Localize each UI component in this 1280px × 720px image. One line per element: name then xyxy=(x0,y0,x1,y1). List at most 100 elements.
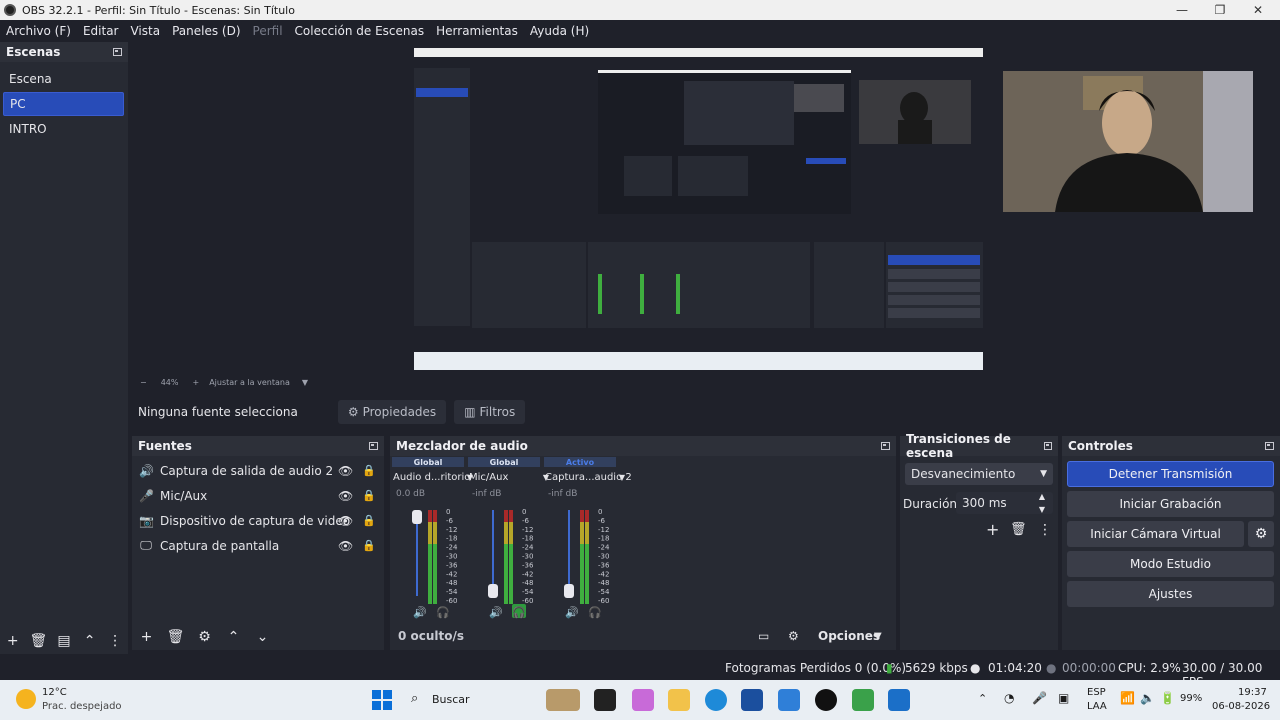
volume-slider-track[interactable] xyxy=(568,510,570,596)
remove-source-icon[interactable]: 🗑 xyxy=(161,629,190,645)
maximize-button[interactable]: ❐ xyxy=(1200,0,1240,20)
search-icon[interactable]: ⌕ xyxy=(411,691,418,706)
mixer-layout-icon[interactable]: ▭ xyxy=(758,629,769,643)
source-item[interactable]: 🎤 Mic/Aux 👁 🔒 xyxy=(132,483,384,508)
source-item[interactable]: 📷 Dispositivo de captura de video 👁 🔒 xyxy=(132,508,384,533)
lock-icon[interactable]: 🔒 xyxy=(362,539,376,552)
menu-view[interactable]: Vista xyxy=(124,24,166,38)
search-highlight-icon[interactable] xyxy=(546,689,580,711)
gear-icon[interactable]: ⚙ xyxy=(190,629,219,645)
stop-streaming-button[interactable]: Detener Transmisión xyxy=(1067,461,1274,487)
source-item[interactable]: 🔊 Captura de salida de audio 2 👁 🔒 xyxy=(132,458,384,483)
chevron-down-icon[interactable]: ▼ xyxy=(302,378,308,387)
file-explorer-icon[interactable] xyxy=(668,689,690,711)
battery-level[interactable]: 99% xyxy=(1180,693,1202,704)
source-item[interactable]: 🖵 Captura de pantalla 👁 🔒 xyxy=(132,533,384,558)
microphone-icon[interactable]: 🎤 xyxy=(1032,691,1047,705)
headphones-icon[interactable]: 🎧 xyxy=(512,606,526,619)
channel-name[interactable]: Audio d...ritorio xyxy=(393,472,470,483)
volume-icon[interactable]: 🔊 xyxy=(565,605,579,619)
duration-spinbox[interactable]: 300 ms ▲ ▼ xyxy=(956,492,1053,514)
gear-icon[interactable]: ⚙ xyxy=(1248,521,1274,547)
scene-item-escena[interactable]: Escena xyxy=(0,67,124,91)
tray-icon[interactable]: ▣ xyxy=(1058,691,1069,705)
zoom-out-button[interactable]: − xyxy=(140,378,147,387)
volume-slider-knob[interactable] xyxy=(412,510,422,524)
wifi-icon[interactable]: 📶 xyxy=(1120,691,1135,705)
chevron-up-icon[interactable]: ⌃ xyxy=(978,692,987,705)
taskbar-search[interactable]: Buscar xyxy=(432,693,470,706)
eye-icon[interactable]: 👁 xyxy=(338,489,353,503)
menu-file[interactable]: Archivo (F) xyxy=(0,24,77,38)
studio-mode-button[interactable]: Modo Estudio xyxy=(1067,551,1274,577)
chevron-down-icon[interactable]: ▼ xyxy=(874,631,882,642)
volume-icon[interactable]: 🔊 xyxy=(413,605,427,619)
input-language[interactable]: ESP xyxy=(1087,687,1106,698)
copilot-icon[interactable] xyxy=(632,689,654,711)
undock-icon[interactable] xyxy=(113,48,122,56)
weather-temp[interactable]: 12°C xyxy=(42,687,67,698)
remove-scene-icon[interactable]: 🗑 xyxy=(26,633,52,649)
volume-slider-knob[interactable] xyxy=(564,584,574,598)
start-recording-button[interactable]: Iniciar Grabación xyxy=(1067,491,1274,517)
headphones-icon[interactable]: 🎧 xyxy=(588,606,602,619)
chevron-up-icon[interactable]: ▲ xyxy=(1039,492,1045,501)
menu-help[interactable]: Ayuda (H) xyxy=(524,24,595,38)
mixer-options-button[interactable]: Opciones xyxy=(818,629,880,643)
menu-tools[interactable]: Herramientas xyxy=(430,24,524,38)
windows-start-icon[interactable] xyxy=(372,690,392,710)
tray-icon[interactable]: ◔ xyxy=(1004,691,1014,705)
add-source-icon[interactable]: + xyxy=(132,629,161,645)
menu-docks[interactable]: Paneles (D) xyxy=(166,24,246,38)
close-button[interactable]: ✕ xyxy=(1238,0,1278,20)
add-transition-icon[interactable]: + xyxy=(986,520,999,539)
clock-date[interactable]: 06-08-2026 xyxy=(1212,701,1270,712)
menu-edit[interactable]: Editar xyxy=(77,24,125,38)
weather-icon[interactable] xyxy=(16,689,36,709)
app-icon[interactable] xyxy=(888,689,910,711)
volume-icon[interactable]: 🔊 xyxy=(489,605,503,619)
app-icon[interactable] xyxy=(852,689,874,711)
store-icon[interactable] xyxy=(741,689,763,711)
battery-icon[interactable]: 🔋 xyxy=(1160,691,1175,705)
eye-icon[interactable]: 👁 xyxy=(338,464,353,478)
more-icon[interactable]: ⋮ xyxy=(102,633,128,649)
add-scene-icon[interactable]: + xyxy=(0,633,26,649)
scene-item-intro[interactable]: INTRO xyxy=(0,117,124,141)
task-view-icon[interactable] xyxy=(594,689,616,711)
clock-time[interactable]: 19:37 xyxy=(1238,687,1267,698)
volume-icon[interactable]: 🔈 xyxy=(1140,691,1155,705)
move-up-icon[interactable]: ⌃ xyxy=(219,629,248,645)
lock-icon[interactable]: 🔒 xyxy=(362,489,376,502)
volume-slider-knob[interactable] xyxy=(488,584,498,598)
mixer-settings-icon[interactable]: ⚙ xyxy=(788,629,799,643)
move-up-icon[interactable]: ⌃ xyxy=(77,633,103,649)
edge-icon[interactable] xyxy=(705,689,727,711)
start-virtual-camera-button[interactable]: Iniciar Cámara Virtual xyxy=(1067,521,1244,547)
obs-icon[interactable] xyxy=(815,689,837,711)
preview-canvas[interactable] xyxy=(414,48,983,370)
menu-profile[interactable]: Perfil xyxy=(247,24,289,38)
undock-icon[interactable] xyxy=(1043,442,1052,450)
lock-icon[interactable]: 🔒 xyxy=(362,514,376,527)
filters-button[interactable]: ▥ Filtros xyxy=(454,400,526,424)
lock-icon[interactable]: 🔒 xyxy=(362,464,376,477)
move-down-icon[interactable]: ⌄ xyxy=(248,629,277,645)
headphones-icon[interactable]: 🎧 xyxy=(436,606,450,619)
transition-select[interactable]: Desvanecimiento ▼ xyxy=(905,463,1053,485)
channel-name[interactable]: Mic/Aux xyxy=(469,472,508,483)
properties-button[interactable]: ⚙ Propiedades xyxy=(337,400,447,424)
zoom-in-button[interactable]: + xyxy=(192,378,199,387)
volume-slider-track[interactable] xyxy=(492,510,494,596)
eye-icon[interactable]: 👁 xyxy=(338,514,353,528)
fit-window-dropdown[interactable]: Ajustar a la ventana xyxy=(209,378,290,387)
remove-transition-icon[interactable]: 🗑 xyxy=(1010,522,1027,537)
settings-button[interactable]: Ajustes xyxy=(1067,581,1274,607)
menu-scene-collection[interactable]: Colección de Escenas xyxy=(289,24,431,38)
undock-icon[interactable] xyxy=(1265,442,1274,450)
minimize-button[interactable]: — xyxy=(1162,0,1202,20)
undock-icon[interactable] xyxy=(881,442,890,450)
undock-icon[interactable] xyxy=(369,442,378,450)
chevron-down-icon[interactable]: ▼ xyxy=(1039,505,1045,514)
scene-item-pc[interactable]: PC xyxy=(3,92,124,116)
